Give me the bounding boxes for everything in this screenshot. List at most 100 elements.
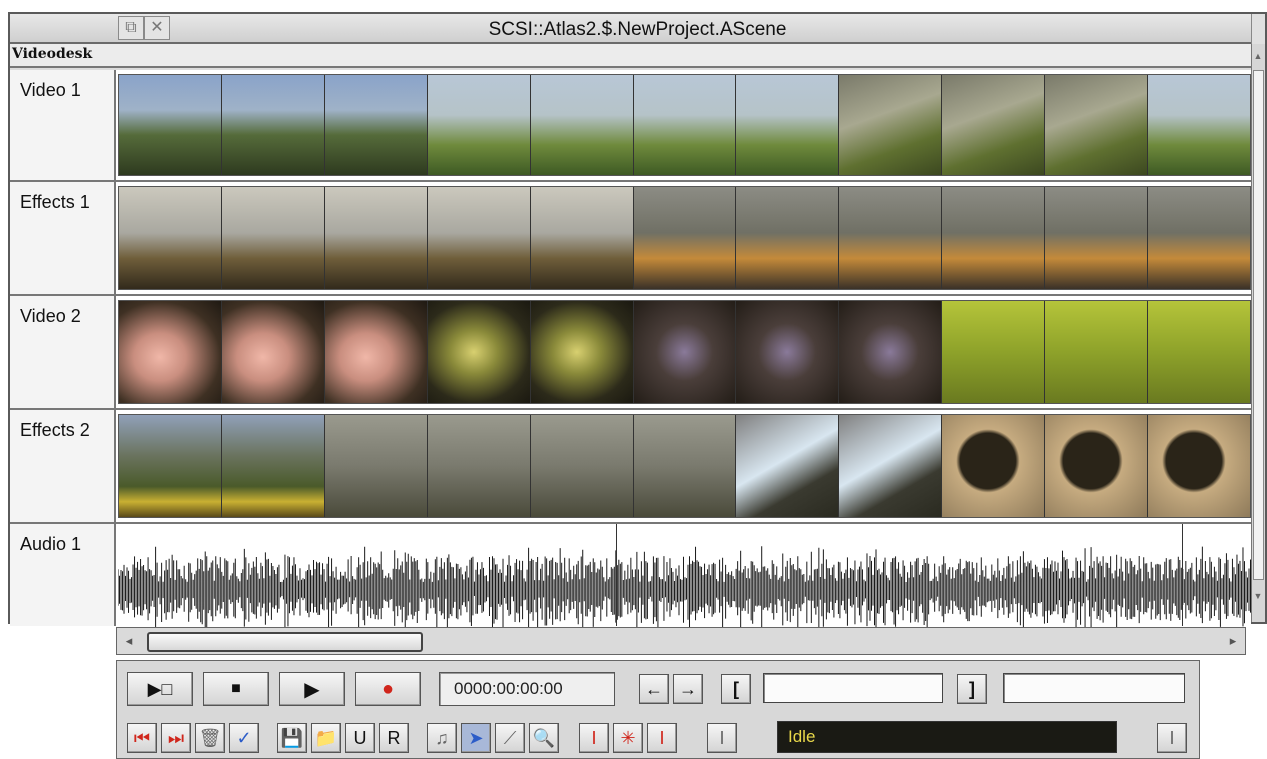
track-effects-2[interactable]: Effects 2 <box>10 410 1251 524</box>
stop-icon: ■ <box>231 680 241 697</box>
thumbnail-frame <box>530 415 634 517</box>
thumbnail-frame <box>839 75 943 175</box>
thumbnail-frame <box>839 187 943 289</box>
stop-button[interactable]: ■ <box>203 672 269 706</box>
thumbnail-frame <box>1148 75 1250 175</box>
skip-start-icon: ⏮ <box>133 727 151 748</box>
thumbnail-frame <box>427 75 531 175</box>
thumbnail-frame <box>633 415 737 517</box>
control-panel: ▶□ ■ ▶ ● 0000:00:00:00 ← → [ ] ⏮ ⏭ 🗑 ✓ 💾… <box>116 660 1200 759</box>
thumbnail-frame <box>736 301 840 403</box>
thumbnail-frame <box>633 187 737 289</box>
thumbnail-frame <box>324 301 428 403</box>
videodesk-menu[interactable]: Videodesk <box>12 46 114 66</box>
undo-label: U <box>353 727 367 748</box>
thumbnail-frame <box>839 301 943 403</box>
audio-waveform-lane[interactable] <box>118 524 1251 638</box>
delete-button[interactable]: 🗑 <box>195 723 225 753</box>
next-mark-button[interactable]: → <box>673 674 703 704</box>
thumbnail-frame <box>530 187 634 289</box>
confirm-button[interactable]: ✓ <box>229 723 259 753</box>
status-display: Idle <box>777 721 1117 753</box>
mark-out-button[interactable]: ] <box>957 674 987 704</box>
play-stop-icon: ▶□ <box>147 678 173 699</box>
timeline-tracks: Video 1 Effects 1 Video 2 Effects 2 Audi… <box>10 70 1251 638</box>
skip-back-button[interactable]: ⏮ <box>127 723 157 753</box>
thumbnail-frame <box>119 187 222 289</box>
record-icon: ● <box>381 677 395 700</box>
thumbnail-frame <box>221 75 325 175</box>
prev-mark-button[interactable]: ← <box>639 674 669 704</box>
trim-in-button[interactable]: I <box>579 723 609 753</box>
thumbnail-frame <box>633 301 737 403</box>
save-button[interactable]: 💾 <box>277 723 307 753</box>
play-to-end-button[interactable]: ▶□ <box>127 672 193 706</box>
play-icon: ▶ <box>304 678 320 701</box>
thumbnail-frame <box>839 415 943 517</box>
toggle-size-icon[interactable] <box>1251 14 1265 44</box>
track-video-1[interactable]: Video 1 <box>10 70 1251 182</box>
level-button[interactable]: I <box>1157 723 1187 753</box>
thumbnail-frame <box>942 187 1046 289</box>
undo-button[interactable]: U <box>345 723 375 753</box>
scroll-right-icon[interactable]: ▸ <box>1223 631 1243 651</box>
thumbnail-frame <box>1045 187 1149 289</box>
mark-in-field[interactable] <box>763 673 943 703</box>
play-button[interactable]: ▶ <box>279 672 345 706</box>
trash-icon: 🗑 <box>198 727 222 748</box>
marker-button[interactable]: I <box>707 723 737 753</box>
razor-tool-button[interactable]: ⟋ <box>495 723 525 753</box>
track-label: Effects 2 <box>10 410 116 522</box>
split-star-icon: ✳ <box>620 727 636 748</box>
split-button[interactable]: ✳ <box>613 723 643 753</box>
thumbnail-frame <box>119 75 222 175</box>
music-note-icon: ♫ <box>435 727 449 748</box>
thumbnail-frame <box>324 415 428 517</box>
thumbnail-frame <box>1148 301 1250 403</box>
title-bar[interactable]: ⧉ ✕ SCSI::Atlas2.$.NewProject.AScene <box>10 14 1265 44</box>
marker-line <box>1182 524 1183 626</box>
track-effects-1[interactable]: Effects 1 <box>10 182 1251 296</box>
scroll-up-icon[interactable]: ▲ <box>1252 48 1264 64</box>
open-button[interactable]: 📁 <box>311 723 341 753</box>
track-label: Video 1 <box>10 70 116 180</box>
thumbnail-frame <box>1045 75 1149 175</box>
thumbnail-frame <box>942 75 1046 175</box>
trim-out-button[interactable]: I <box>647 723 677 753</box>
mark-in-button[interactable]: [ <box>721 674 751 704</box>
skip-forward-button[interactable]: ⏭ <box>161 723 191 753</box>
waveform-path <box>118 546 1251 638</box>
check-icon: ✓ <box>236 727 252 748</box>
thumbnail-frame <box>221 301 325 403</box>
blade-icon: ⟋ <box>503 727 517 748</box>
mark-out-field[interactable] <box>1003 673 1185 703</box>
scroll-down-icon[interactable]: ▼ <box>1252 588 1264 604</box>
trim-out-icon: I <box>659 727 665 748</box>
track-video-2[interactable]: Video 2 <box>10 296 1251 410</box>
thumbnail-frame <box>119 301 222 403</box>
record-button[interactable]: ● <box>355 672 421 706</box>
track-label: Effects 1 <box>10 182 116 294</box>
thumbnail-frame <box>942 301 1046 403</box>
audio-tool-button[interactable]: ♫ <box>427 723 457 753</box>
redo-button[interactable]: R <box>379 723 409 753</box>
arrow-right-icon: → <box>679 678 697 699</box>
thumbnail-frame <box>736 75 840 175</box>
thumbnail-frame <box>427 301 531 403</box>
clip-strip[interactable] <box>118 414 1251 518</box>
clip-strip[interactable] <box>118 74 1251 176</box>
clip-strip[interactable] <box>118 300 1251 404</box>
window-title: SCSI::Atlas2.$.NewProject.AScene <box>488 19 787 40</box>
track-label: Video 2 <box>10 296 116 408</box>
zoom-tool-button[interactable]: 🔍 <box>529 723 559 753</box>
vertical-scroll-thumb[interactable] <box>1253 70 1264 580</box>
horizontal-scrollbar[interactable]: ◂ ▸ <box>116 627 1246 655</box>
vertical-scrollbar[interactable]: ▲ ▼ <box>1251 44 1265 622</box>
timecode-display: 0000:00:00:00 <box>439 672 615 706</box>
thumbnail-frame <box>324 75 428 175</box>
horizontal-scroll-thumb[interactable] <box>147 632 423 652</box>
clip-strip[interactable] <box>118 186 1251 290</box>
pointer-tool-button[interactable]: ➤ <box>461 723 491 753</box>
scroll-left-icon[interactable]: ◂ <box>119 631 139 651</box>
track-audio-1[interactable]: Audio 1 <box>10 524 1251 638</box>
